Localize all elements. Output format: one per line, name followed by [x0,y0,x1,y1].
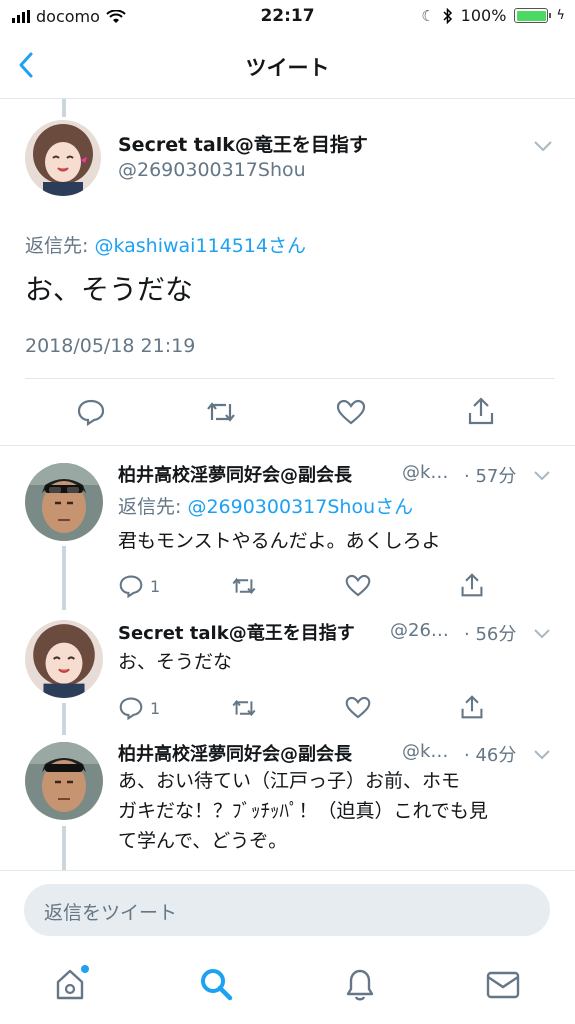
bluetooth-icon [443,7,452,24]
thread-line [62,703,66,735]
author-name[interactable]: Secret talk@竜王を目指す [118,130,368,157]
tweet-text-line: て学んで、どうぞ。 [118,830,288,852]
thread-line [62,99,66,117]
avatar[interactable] [25,120,101,196]
reply-to-label: 返信先: [118,496,188,518]
tweet-age: · 57分 [464,466,517,487]
retweet-icon[interactable] [204,400,238,424]
tab-search[interactable] [199,967,235,1007]
share-icon[interactable] [467,396,495,426]
tweet-text: あ、おい待てい（江戸っ子）お前、ホモ ガキだな！？ﾌﾞｯﾁｯﾊﾟ！（迫真）これで… [118,766,488,856]
tab-messages[interactable] [485,970,521,1004]
avatar[interactable] [25,463,103,541]
like-icon[interactable] [345,574,371,597]
retweet-icon[interactable] [230,698,258,718]
tweet-text: お、そうだな [25,273,194,306]
page-title: ツイート [245,56,330,80]
share-icon[interactable] [460,694,484,720]
chevron-down-icon[interactable] [533,628,551,639]
author-name[interactable]: 柏井高校淫夢同好会@副会長 [118,461,352,487]
reply-to: 返信先: @kashiwai114514さん [25,231,306,258]
reply-mention-link[interactable]: @2690300317Shouさん [187,496,413,518]
author-name[interactable]: Secret talk@竜王を目指す [118,619,355,645]
home-icon [56,965,89,1000]
divider [0,870,575,871]
nav-bar: ツイート [0,34,575,99]
author-handle[interactable]: @k… [402,462,448,483]
chevron-down-icon[interactable] [533,470,551,481]
avatar[interactable] [25,742,103,820]
tab-notifications[interactable] [342,966,378,1008]
tab-home[interactable] [52,964,92,1008]
tweet-text: 君もモンストやるんだよ。あくしろよ [118,530,441,552]
avatar[interactable] [25,620,103,698]
chevron-down-icon[interactable] [533,140,553,152]
author-name[interactable]: 柏井高校淫夢同好会@副会長 [118,740,352,766]
tweet-timestamp: 2018/05/18 21:19 [25,335,196,357]
like-icon[interactable] [336,399,366,425]
tweet-text-line: あ、おい待てい（江戸っ子）お前、ホモ [118,770,461,792]
reply-icon [119,575,143,598]
battery-percent: 100% [460,6,507,25]
author-handle[interactable]: @26… [390,620,449,641]
charging-icon: ϟ [556,8,565,23]
tab-bar [0,950,575,1024]
author-handle[interactable]: @2690300317Shou [118,159,306,181]
reply-count: 1 [150,698,161,718]
reply-button[interactable]: 1 [118,696,160,720]
thread-line [62,826,66,870]
notifications-icon [346,969,374,1001]
reply-to-label: 返信先: [25,235,95,257]
chevron-down-icon[interactable] [533,749,551,760]
reply-input-placeholder: 返信をツイート [44,902,178,924]
tweet-age: · 46分 [464,745,517,766]
retweet-icon[interactable] [230,576,258,596]
status-bar: docomo 22:17 ☾ 100% ϟ [0,0,575,34]
tweet-text: お、そうだな [118,651,233,673]
like-icon[interactable] [345,696,371,719]
messages-icon [486,971,520,999]
tweet-age: · 56分 [464,624,517,645]
reply-icon[interactable] [76,398,106,426]
search-icon [201,969,233,1001]
divider [25,378,555,379]
reply-mention-link[interactable]: @kashiwai114514さん [94,235,306,257]
reply-count: 1 [150,576,161,596]
status-right: ☾ 100% ϟ [421,6,565,25]
share-icon[interactable] [460,572,484,598]
reply-button[interactable]: 1 [118,574,160,598]
moon-icon: ☾ [421,6,435,25]
divider [0,445,575,446]
author-handle[interactable]: @k… [402,741,448,762]
battery-icon [514,8,552,23]
reply-icon [119,697,143,720]
reply-input[interactable]: 返信をツイート [24,884,550,936]
thread-line [62,546,66,610]
tweet-text-line: ガキだな！？ﾌﾞｯﾁｯﾊﾟ！（迫真）これでも見 [118,800,488,822]
reply-to: 返信先: @2690300317Shouさん [118,492,413,519]
